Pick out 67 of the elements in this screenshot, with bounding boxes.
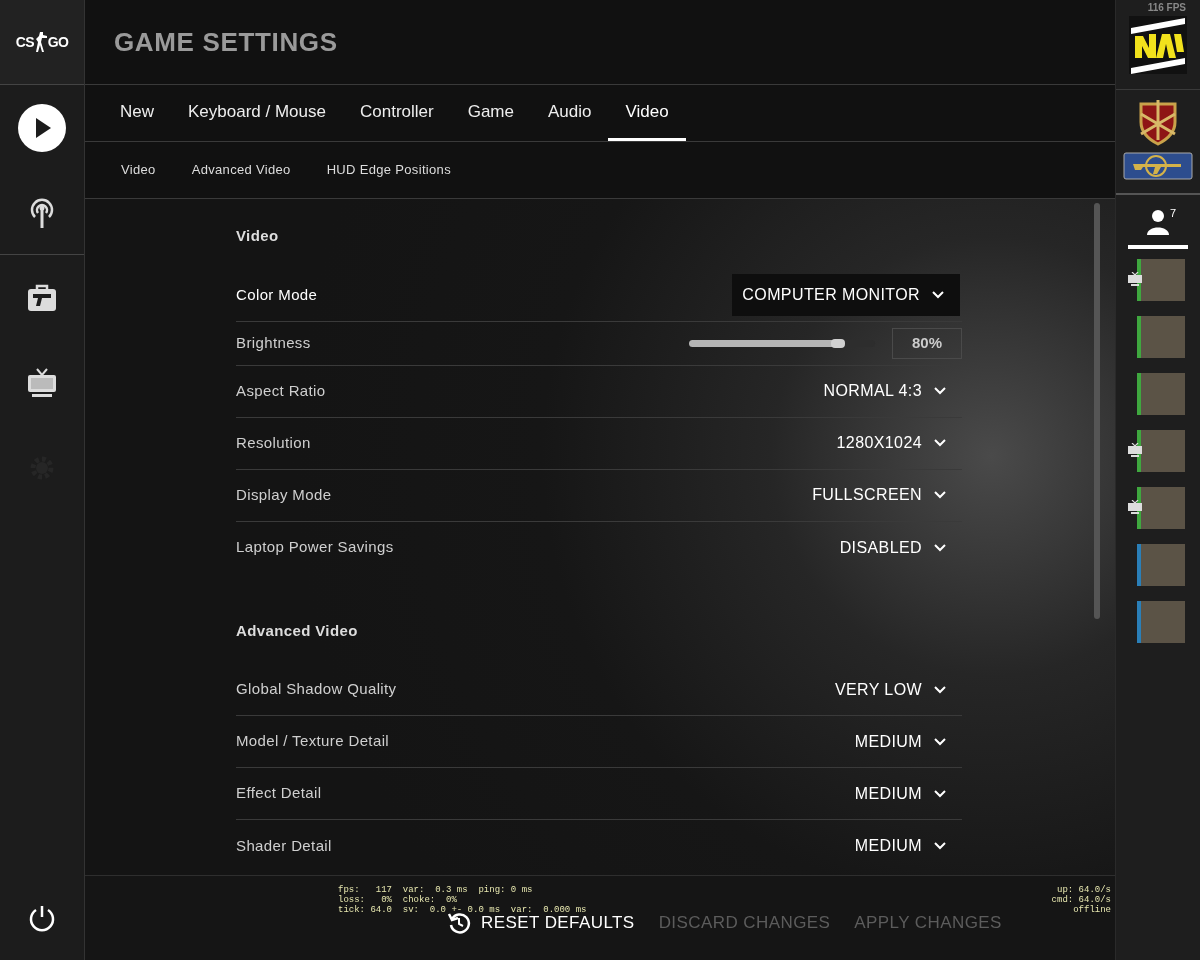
netgraph-text: offline: [1073, 905, 1111, 915]
dropdown[interactable]: FULLSCREEN: [802, 474, 962, 516]
person-icon: [1146, 209, 1170, 235]
settings-tab[interactable]: Controller: [343, 85, 451, 141]
team-logo-icon[interactable]: [1129, 16, 1187, 74]
setting-label: Color Mode: [236, 284, 318, 305]
setting-label: Resolution: [236, 432, 311, 453]
chevron-down-icon: [934, 842, 946, 850]
dropdown[interactable]: MEDIUM: [844, 825, 962, 867]
chevron-down-icon: [934, 789, 946, 798]
value-field[interactable]: 80%: [892, 327, 962, 359]
settings-tab[interactable]: New: [103, 85, 171, 141]
setting-label: Effect Detail: [236, 783, 322, 804]
setting-label: Aspect Ratio: [236, 380, 326, 401]
scrollbar[interactable]: [1094, 203, 1100, 619]
rifle-pin-icon[interactable]: [1123, 152, 1193, 180]
page-title: GAME SETTINGS: [114, 25, 338, 59]
avatar-placeholder[interactable]: [1140, 259, 1185, 301]
subsection-link[interactable]: Advanced Video: [173, 160, 309, 180]
briefcase-gun-icon[interactable]: [27, 283, 57, 312]
setting-label: Shader Detail: [236, 835, 332, 856]
chevron-down-icon: [934, 387, 946, 395]
settings-tab[interactable]: Game: [450, 85, 531, 141]
chevron-down-icon: [932, 291, 944, 299]
power-icon[interactable]: [28, 903, 56, 932]
chevron-down-icon: [934, 439, 946, 447]
settings-tab[interactable]: Keyboard / Mouse: [171, 85, 343, 141]
setting-label: Global Shadow Quality: [236, 679, 397, 700]
friends-tab[interactable]: 7: [1128, 209, 1188, 249]
setting-label: Brightness: [236, 332, 311, 353]
soldier-icon: [34, 32, 47, 52]
dropdown[interactable]: NORMAL 4:3: [813, 370, 962, 412]
settings-tab[interactable]: Audio: [531, 85, 609, 141]
dropdown[interactable]: MEDIUM: [844, 720, 962, 763]
friend-count: 7: [1169, 206, 1176, 221]
dropdown[interactable]: MEDIUM: [844, 772, 962, 815]
section-heading: Video: [236, 226, 280, 246]
netgraph-text: fps: 117 var: 0.3 ms ping: 0 ms: [338, 885, 534, 895]
chevron-down-icon: [934, 491, 946, 499]
netgraph-text: tick: 64.0 sv: 0.0 +- 0.0 ms var: 0.000 ms: [338, 905, 587, 915]
chevron-down-icon: [934, 685, 946, 694]
setting-label: Model / Texture Detail: [236, 731, 390, 752]
section-heading: Advanced Video: [236, 620, 359, 641]
logo-text: GO: [47, 32, 69, 52]
netgraph-text: loss: 0% choke: 0%: [338, 895, 458, 905]
netgraph-text: cmd: 64.0/s: [1051, 895, 1111, 905]
avatar-placeholder[interactable]: [1140, 373, 1185, 415]
reset-icon: [447, 911, 471, 935]
avatar-placeholder[interactable]: [1140, 430, 1185, 472]
subsection-link[interactable]: Video: [103, 160, 174, 180]
dropdown[interactable]: VERY LOW: [824, 668, 962, 711]
tv-icon[interactable]: [27, 367, 57, 398]
netgraph-text: up: 64.0/s: [1057, 885, 1111, 895]
dropdown[interactable]: DISABLED: [829, 526, 962, 569]
subsection-link[interactable]: HUD Edge Positions: [308, 160, 469, 180]
logo-text: CS: [15, 32, 34, 52]
setting-label: Laptop Power Savings: [236, 537, 394, 558]
chevron-down-icon: [934, 737, 946, 746]
dropdown[interactable]: COMPUTER MONITOR: [732, 274, 960, 316]
play-icon[interactable]: [17, 102, 67, 153]
avatar-placeholder[interactable]: [1140, 487, 1185, 529]
chevron-down-icon: [934, 543, 946, 552]
avatar-placeholder[interactable]: [1140, 316, 1185, 358]
slider-thumb[interactable]: [830, 338, 845, 348]
setting-label: Display Mode: [236, 484, 332, 505]
dropdown[interactable]: 1280X1024: [826, 422, 962, 464]
fps-counter: 116 FPS: [1147, 1, 1187, 15]
